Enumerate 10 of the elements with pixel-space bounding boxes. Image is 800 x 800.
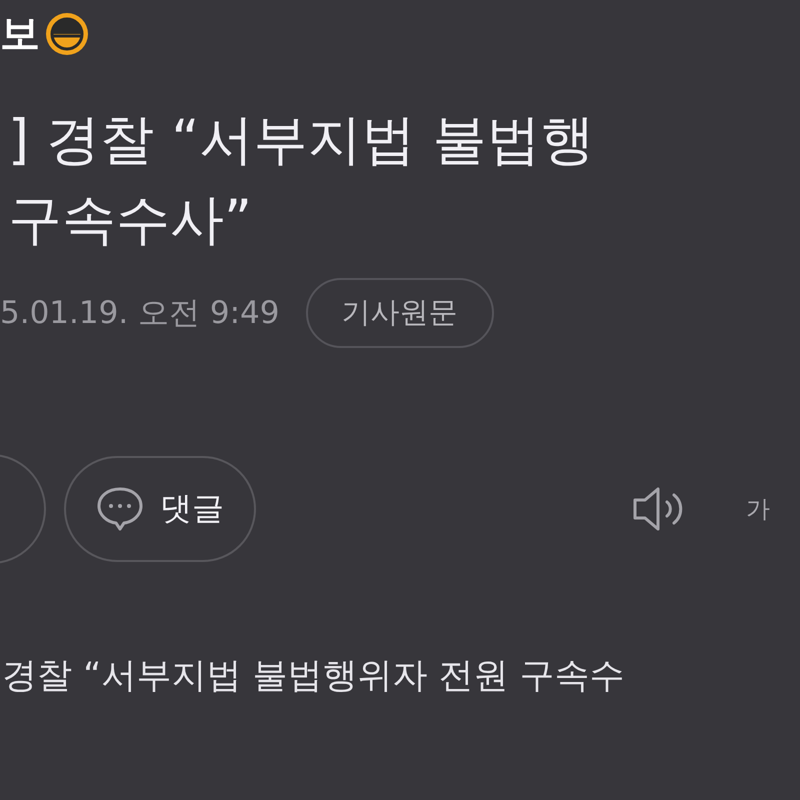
logo-text: 보: [0, 14, 40, 54]
comment-button[interactable]: 댓글: [64, 456, 256, 562]
logo-icon: [44, 11, 90, 57]
headline-text: 구속수사”: [8, 187, 253, 253]
article-text: 경찰 “서부지법 불법행위자 전원 구속수: [1, 655, 626, 698]
headline-text: ] 경찰 “서부지법 불법행: [8, 107, 596, 173]
speech-bubble-icon: [96, 486, 144, 532]
publish-date: 5.01.19. 오전 9:49: [0, 294, 280, 333]
font-size-button[interactable]: 가: [746, 493, 770, 525]
original-article-button[interactable]: 기사원문: [306, 278, 494, 348]
